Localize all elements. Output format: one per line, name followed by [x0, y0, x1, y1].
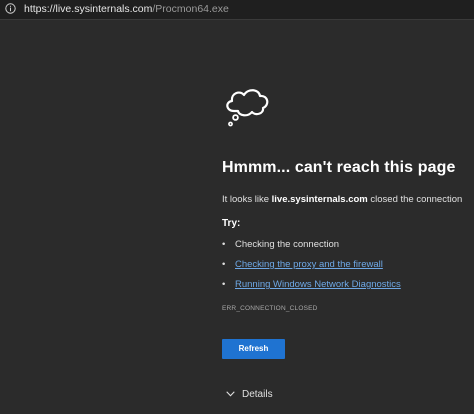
url-text[interactable]: https://live.sysinternals.com/Procmon64.…: [24, 3, 229, 16]
url-path: /Procmon64.exe: [152, 3, 229, 15]
suggestion-check-connection: Checking the connection: [235, 239, 340, 250]
suggestion-item: • Checking the proxy and the firewall: [222, 259, 383, 270]
address-bar[interactable]: https://live.sysinternals.com/Procmon64.…: [0, 0, 474, 20]
details-label: Details: [242, 389, 273, 400]
link-network-diagnostics[interactable]: Running Windows Network Diagnostics: [235, 279, 401, 290]
thought-cloud-icon: [226, 89, 269, 127]
browser-window: https://live.sysinternals.com/Procmon64.…: [0, 0, 474, 414]
error-code: ERR_CONNECTION_CLOSED: [222, 305, 318, 312]
suggestion-item: • Checking the connection: [222, 239, 339, 250]
bullet: •: [222, 279, 226, 290]
url-host: https://live.sysinternals.com: [24, 3, 153, 15]
chevron-down-icon: [226, 391, 235, 397]
refresh-button[interactable]: Refresh: [222, 339, 285, 359]
info-icon[interactable]: [5, 3, 16, 14]
bullet: •: [222, 239, 226, 250]
error-message-prefix: It looks like: [222, 194, 272, 205]
error-message: It looks like live.sysinternals.com clos…: [222, 194, 462, 205]
error-title: Hmmm... can't reach this page: [222, 159, 456, 176]
bullet: •: [222, 259, 226, 270]
error-message-suffix: closed the connection: [367, 194, 463, 205]
suggestion-item: • Running Windows Network Diagnostics: [222, 279, 401, 290]
details-toggle[interactable]: Details: [226, 389, 273, 400]
error-message-host: live.sysinternals.com: [271, 194, 368, 205]
try-label: Try:: [222, 218, 241, 229]
link-check-proxy-firewall[interactable]: Checking the proxy and the firewall: [235, 259, 383, 270]
